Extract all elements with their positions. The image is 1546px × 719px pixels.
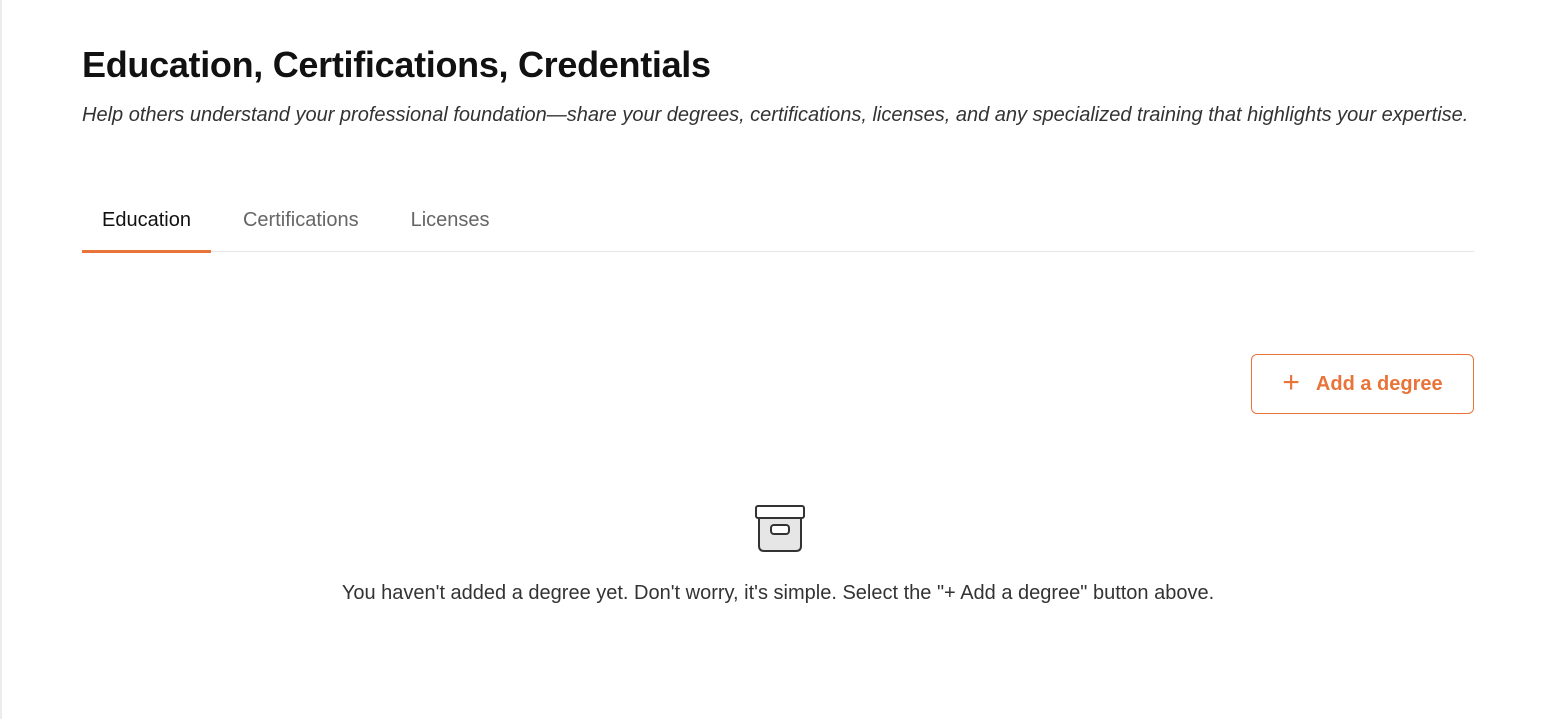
page-title: Education, Certifications, Credentials xyxy=(82,44,711,85)
empty-state-message: You haven't added a degree yet. Don't wo… xyxy=(341,582,1215,604)
archive-box-icon xyxy=(754,504,806,554)
education-page: Education, Certifications, Credentials H… xyxy=(0,0,1546,719)
plus-icon: + xyxy=(1282,365,1300,399)
add-degree-label: Add a degree xyxy=(1315,372,1443,395)
tab-licenses[interactable]: Licenses xyxy=(391,190,510,251)
tab-education[interactable]: Education xyxy=(82,190,211,253)
credentials-tabs: Education Certifications Licenses xyxy=(82,190,1474,253)
page-subtitle: Help others understand your professional… xyxy=(82,104,1469,126)
add-degree-button[interactable]: + Add a degree xyxy=(1251,354,1474,414)
tab-certifications[interactable]: Certifications xyxy=(223,190,379,251)
